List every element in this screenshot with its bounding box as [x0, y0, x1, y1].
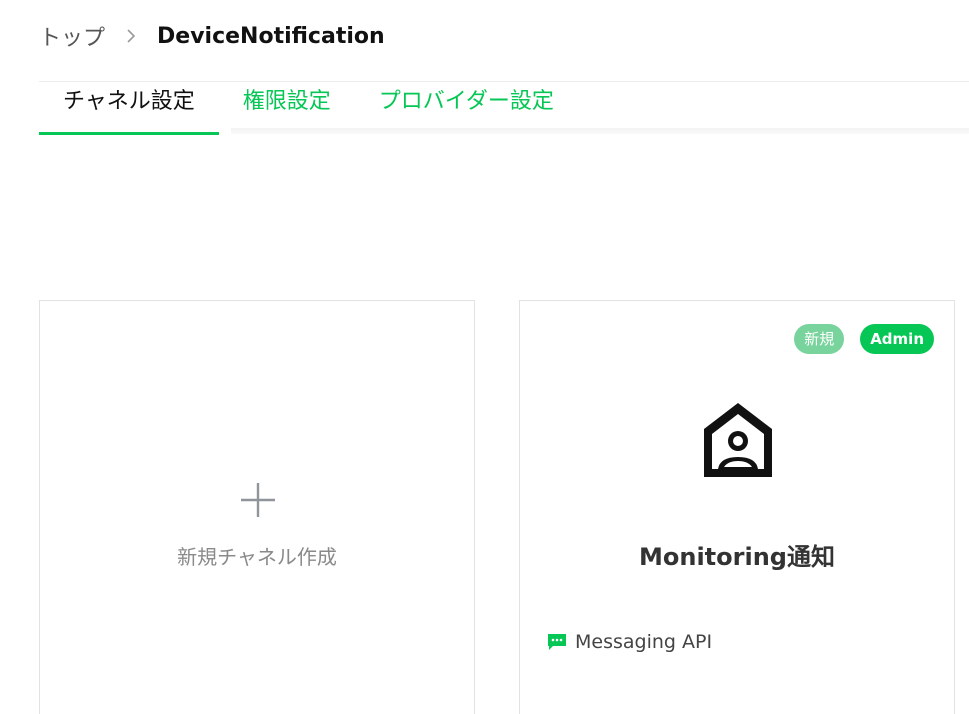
- page: トップ DeviceNotification チャネル設定 権限設定 プロバイダ…: [0, 0, 969, 714]
- breadcrumb: トップ DeviceNotification: [39, 20, 385, 52]
- new-channel-card[interactable]: 新規チャネル作成: [39, 300, 475, 714]
- new-channel-label: 新規チャネル作成: [177, 545, 337, 569]
- new-badge: 新規: [794, 324, 845, 354]
- channel-type-label: Messaging API: [575, 631, 713, 653]
- chat-bubble-icon: [548, 634, 566, 650]
- monitoring-house-icon: [704, 403, 772, 477]
- channel-title: Monitoring通知: [639, 543, 835, 571]
- badge-group: 新規 Admin: [794, 324, 934, 354]
- breadcrumb-top-link[interactable]: トップ: [39, 20, 105, 52]
- tab-bar-shadow: [231, 128, 969, 134]
- breadcrumb-current: DeviceNotification: [157, 23, 385, 49]
- channel-type: Messaging API: [547, 631, 712, 653]
- channel-card[interactable]: 新規 Admin Monitoring通知 Messaging API: [519, 300, 955, 714]
- tab-channel-settings[interactable]: チャネル設定: [39, 82, 219, 135]
- chevron-right-icon: [125, 27, 137, 45]
- plus-icon: [241, 483, 275, 517]
- admin-badge: Admin: [860, 324, 934, 354]
